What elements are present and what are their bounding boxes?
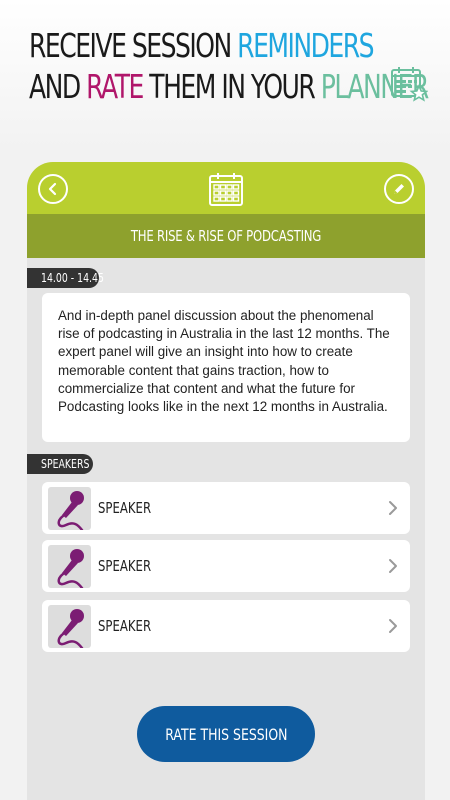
- speaker-name: SPEAKER: [98, 557, 152, 575]
- session-time: 14.00 - 14.45: [41, 271, 104, 285]
- speaker-row[interactable]: SPEAKER: [42, 482, 410, 534]
- edit-button[interactable]: [384, 174, 414, 204]
- promo-text: RECEIVE SESSION: [29, 26, 238, 65]
- chevron-right-icon: [389, 501, 397, 515]
- app-screen: THE RISE & RISE OF PODCASTING 14.00 - 14…: [27, 162, 425, 800]
- speakers-header-label: SPEAKERS: [41, 457, 90, 471]
- rate-session-button[interactable]: RATE THIS SESSION: [137, 706, 315, 762]
- calendar-star-icon: [391, 67, 428, 102]
- back-button[interactable]: [38, 174, 68, 204]
- speaker-row[interactable]: SPEAKER: [42, 600, 410, 652]
- speaker-row[interactable]: SPEAKER: [42, 540, 410, 592]
- session-time-badge: 14.00 - 14.45: [27, 268, 104, 288]
- speakers-header: SPEAKERS: [27, 454, 93, 474]
- session-title: THE RISE & RISE OF PODCASTING: [130, 227, 322, 245]
- app-bar: [27, 162, 425, 214]
- promo-highlight-rate: RATE: [86, 67, 144, 106]
- microphone-icon: [48, 605, 91, 648]
- promo-text: THEM IN YOUR: [142, 67, 321, 106]
- pencil-icon: [394, 184, 404, 194]
- promo-text: AND: [29, 67, 87, 106]
- session-title-bar: THE RISE & RISE OF PODCASTING: [27, 214, 425, 258]
- microphone-icon: [48, 545, 91, 588]
- calendar-icon: [209, 173, 243, 206]
- promo-highlight-reminders: REMINDERS: [237, 26, 374, 65]
- promo-header: RECEIVE SESSION REMINDERS AND RATE THEM …: [0, 0, 450, 150]
- promo-headline-line-2: AND RATE THEM IN YOUR PLANNER: [29, 67, 429, 106]
- speaker-name: SPEAKER: [98, 617, 152, 635]
- microphone-icon: [48, 487, 91, 530]
- speaker-name: SPEAKER: [98, 499, 152, 517]
- rate-session-label: RATE THIS SESSION: [164, 724, 288, 744]
- back-arrow-icon: [48, 182, 57, 196]
- session-description: And in-depth panel discussion about the …: [42, 293, 410, 442]
- chevron-right-icon: [389, 619, 397, 633]
- chevron-right-icon: [389, 559, 397, 573]
- promo-headline-line-1: RECEIVE SESSION REMINDERS: [29, 26, 375, 65]
